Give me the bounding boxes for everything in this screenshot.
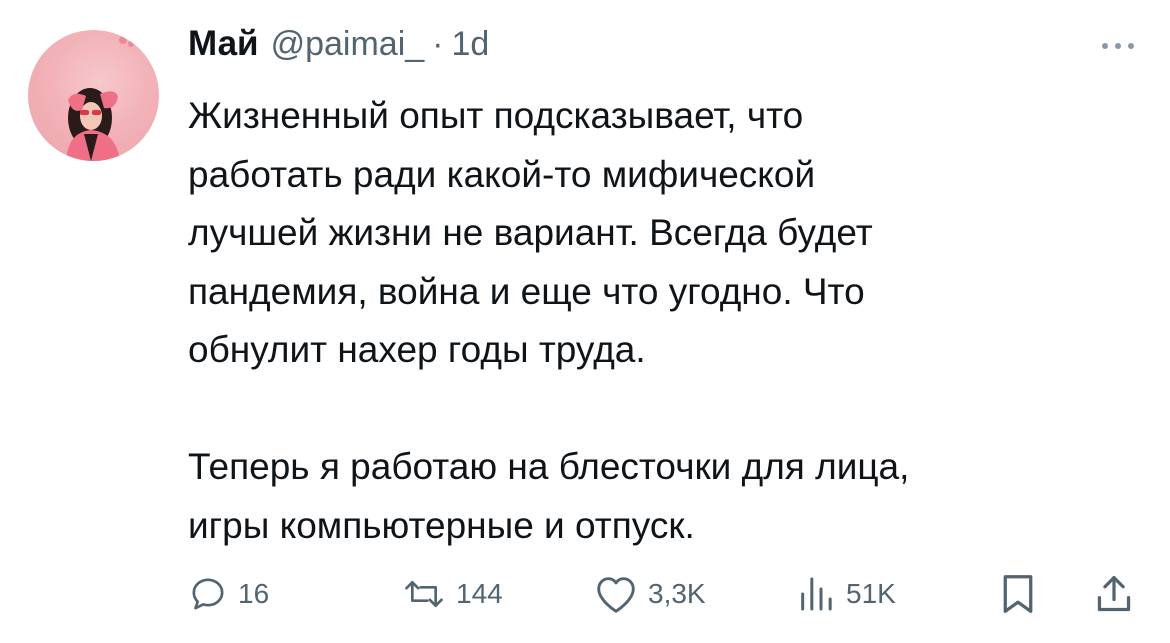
- reply-icon: [192, 578, 224, 610]
- tweet-time[interactable]: 1d: [452, 25, 490, 64]
- bookmark-icon: [1003, 575, 1033, 613]
- retweet-count: 144: [456, 578, 503, 609]
- views-button[interactable]: 51K: [796, 566, 896, 622]
- avatar-image: [66, 36, 134, 161]
- views-count: 51K: [846, 578, 896, 609]
- retweet-icon: [405, 581, 443, 607]
- tweet-header: Май @paimai_ · 1d: [188, 24, 489, 72]
- author-name[interactable]: Май: [188, 24, 259, 64]
- author-handle[interactable]: @paimai_: [271, 25, 425, 64]
- retweet-button[interactable]: 144: [402, 566, 503, 622]
- tweet-card: Май @paimai_ · 1d Жизненный опыт подсказ…: [0, 0, 1170, 643]
- more-icon[interactable]: [1098, 36, 1138, 56]
- reply-count: 16: [238, 578, 270, 609]
- like-button[interactable]: 3,3K: [594, 566, 706, 622]
- reply-button[interactable]: 16: [188, 566, 269, 622]
- heart-icon: [597, 577, 635, 613]
- avatar[interactable]: [28, 30, 159, 161]
- share-icon: [1097, 576, 1131, 612]
- share-button[interactable]: [1094, 566, 1134, 622]
- like-count: 3,3K: [648, 578, 706, 609]
- separator-dot: ·: [432, 25, 444, 63]
- bookmark-button[interactable]: [998, 566, 1038, 622]
- tweet-text: Жизненный опыт подсказывает, что работат…: [188, 95, 910, 546]
- tweet-actions: 16 144 3,3K 51K: [0, 566, 1170, 622]
- views-icon: [801, 577, 832, 611]
